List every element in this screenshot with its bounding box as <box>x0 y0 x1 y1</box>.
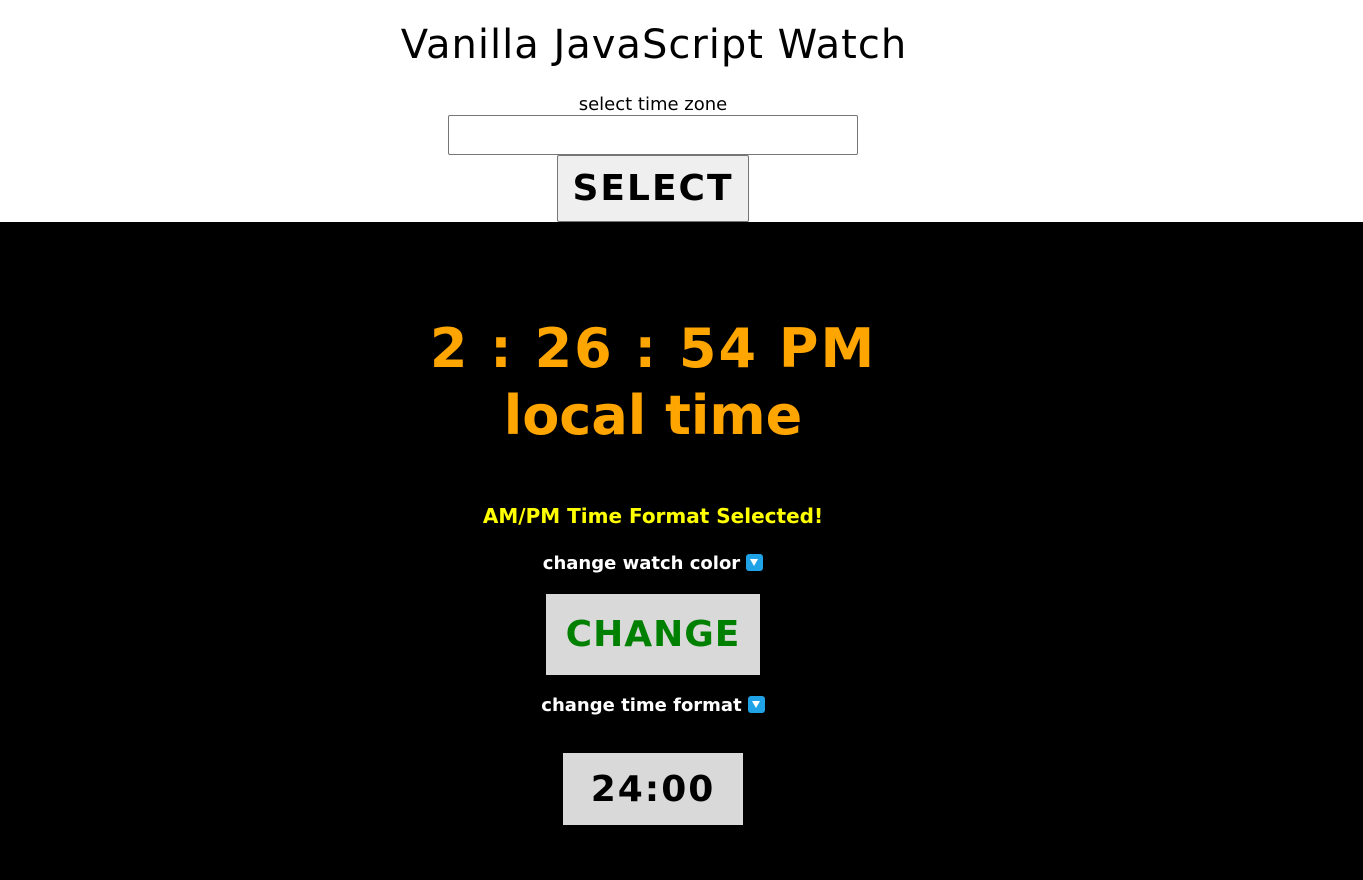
change-format-label-text: change time format <box>541 695 742 716</box>
change-format-label: change time format <box>0 695 1306 716</box>
watch-panel: 2 : 26 : 54 PM local time AM/PM Time For… <box>0 222 1363 880</box>
format-status-message: AM/PM Time Format Selected! <box>482 504 824 528</box>
watch-app: Vanilla JavaScript Watch select time zon… <box>0 0 1363 880</box>
down-arrow-button-icon <box>747 696 765 713</box>
change-color-label: change watch color <box>0 553 1306 574</box>
select-timezone-button[interactable]: SELECT <box>557 155 749 222</box>
time-format-button[interactable]: 24:00 <box>563 753 743 825</box>
change-color-label-text: change watch color <box>542 553 741 574</box>
timezone-input[interactable] <box>448 115 858 155</box>
page-title: Vanilla JavaScript Watch <box>400 22 908 68</box>
timezone-label: select time zone <box>578 94 728 115</box>
clock-time-display: 2 : 26 : 54 PM <box>429 317 877 380</box>
change-color-button[interactable]: CHANGE <box>546 594 760 675</box>
down-arrow-button-icon <box>746 554 764 571</box>
clock-zone-label: local time <box>503 384 803 447</box>
